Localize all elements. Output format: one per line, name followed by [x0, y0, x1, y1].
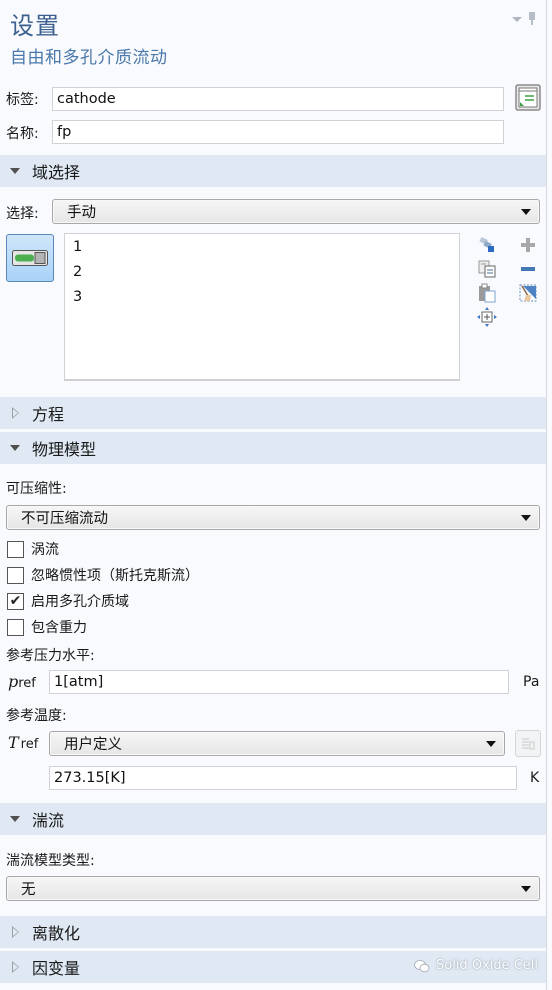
p-ref-symbol: pref	[8, 672, 36, 691]
checkbox-label: 包含重力	[31, 620, 87, 636]
select-objects-icon	[479, 237, 494, 252]
active-toggle-button[interactable]	[6, 234, 54, 282]
checkmark-icon: ✔	[9, 593, 22, 609]
compressibility-value: 不可压缩流动	[21, 511, 108, 527]
label-settings-icon	[515, 84, 541, 111]
t-ref-option: 用户定义	[64, 737, 122, 753]
label-settings-button[interactable]	[515, 84, 541, 111]
toggle-switch-icon	[12, 250, 48, 266]
checkbox-swirl-flow[interactable]: 涡流	[7, 539, 59, 559]
collapsed-chevron-icon	[11, 961, 19, 973]
checkbox-box[interactable]	[7, 540, 24, 558]
checkbox-label: 涡流	[31, 542, 59, 558]
wechat-icon	[414, 959, 430, 972]
section-physical-model[interactable]: 物理模型	[0, 432, 546, 464]
section-label: 物理模型	[32, 440, 97, 459]
selection-list[interactable]: 1 2 3	[64, 233, 460, 381]
header-controls	[512, 12, 536, 26]
collapsed-chevron-icon	[11, 407, 19, 419]
section-label: 离散化	[32, 924, 81, 943]
label-caption: 标签:	[6, 92, 39, 108]
ref-temperature-caption: 参考温度:	[6, 708, 67, 724]
selection-value: 手动	[67, 205, 96, 221]
section-domain-selection[interactable]: 域选择	[0, 155, 546, 187]
checkbox-box[interactable]: ✔	[7, 592, 24, 610]
section-label: 方程	[32, 405, 65, 424]
section-label: 因变量	[32, 959, 81, 978]
checkbox-box[interactable]	[7, 566, 24, 584]
dropdown-arrow-icon	[486, 740, 496, 747]
edit-list-icon	[522, 738, 535, 749]
copy-icon	[478, 260, 496, 278]
clear-selection-icon	[519, 284, 537, 302]
checkbox-label: 忽略惯性项（斯托克斯流）	[31, 568, 199, 584]
checkbox-label: 启用多孔介质域	[31, 594, 129, 610]
expanded-chevron-icon	[10, 445, 20, 451]
clipboard-button[interactable]	[476, 282, 498, 304]
section-label: 湍流	[32, 811, 65, 830]
panel-border	[546, 0, 547, 990]
page-title: 设置	[10, 12, 60, 40]
panel-menu-icon[interactable]	[512, 16, 522, 22]
selection-dropdown[interactable]: 手动	[52, 199, 540, 224]
add-to-selection-button[interactable]	[517, 234, 539, 256]
section-turbulence[interactable]: 湍流	[0, 803, 546, 835]
t-ref-input[interactable]: 273.15[K]	[49, 766, 517, 790]
t-ref-edit-button[interactable]	[515, 730, 541, 757]
t-ref-dropdown[interactable]: 用户定义	[49, 731, 505, 756]
minus-icon	[521, 267, 535, 271]
section-discretization[interactable]: 离散化	[0, 916, 546, 948]
ref-pressure-caption: 参考压力水平:	[6, 648, 95, 664]
label-input[interactable]: cathode	[52, 87, 504, 111]
paste-icon	[479, 283, 496, 303]
compressibility-caption: 可压缩性:	[6, 481, 67, 497]
zoom-to-selection-button[interactable]	[476, 306, 498, 328]
checkbox-box[interactable]	[7, 618, 24, 636]
list-item[interactable]: 3	[73, 289, 82, 305]
name-input[interactable]: fp	[52, 120, 504, 144]
p-ref-input[interactable]: 1[atm]	[49, 670, 509, 694]
t-ref-unit: K	[530, 770, 540, 786]
selection-caption: 选择:	[6, 206, 39, 222]
section-label: 域选择	[32, 163, 81, 182]
watermark: Solid Oxide Cell	[414, 958, 538, 973]
list-item[interactable]: 1	[73, 239, 82, 255]
paste-selection-button[interactable]	[476, 258, 498, 280]
watermark-text: Solid Oxide Cell	[436, 958, 539, 973]
dropdown-arrow-icon	[521, 514, 531, 521]
checkbox-include-gravity[interactable]: 包含重力	[7, 617, 87, 637]
checkbox-neglect-inertia[interactable]: 忽略惯性项（斯托克斯流）	[7, 565, 199, 585]
remove-from-selection-button[interactable]	[517, 258, 539, 280]
p-ref-unit: Pa	[523, 674, 540, 690]
turbulence-model-dropdown[interactable]: 无	[6, 876, 540, 901]
turbulence-model-value: 无	[21, 882, 36, 898]
copy-selection-button[interactable]	[476, 234, 498, 256]
section-equations[interactable]: 方程	[0, 397, 546, 429]
zoom-extents-icon	[477, 307, 497, 327]
dropdown-arrow-icon	[521, 208, 531, 215]
expanded-chevron-icon	[10, 816, 20, 822]
checkbox-enable-porous-media[interactable]: ✔ 启用多孔介质域	[7, 591, 129, 611]
compressibility-dropdown[interactable]: 不可压缩流动	[6, 505, 540, 530]
page-subtitle: 自由和多孔介质流动	[10, 48, 168, 68]
plus-icon	[521, 238, 535, 252]
name-caption: 名称:	[6, 126, 39, 142]
t-ref-symbol: Tref	[8, 733, 39, 752]
turbulence-model-caption: 湍流模型类型:	[6, 853, 95, 869]
list-item[interactable]: 2	[73, 264, 82, 280]
clear-selection-button[interactable]	[517, 282, 539, 304]
collapsed-chevron-icon	[11, 926, 19, 938]
dropdown-arrow-icon	[521, 885, 531, 892]
expanded-chevron-icon	[10, 168, 20, 174]
pin-icon[interactable]	[528, 12, 536, 26]
